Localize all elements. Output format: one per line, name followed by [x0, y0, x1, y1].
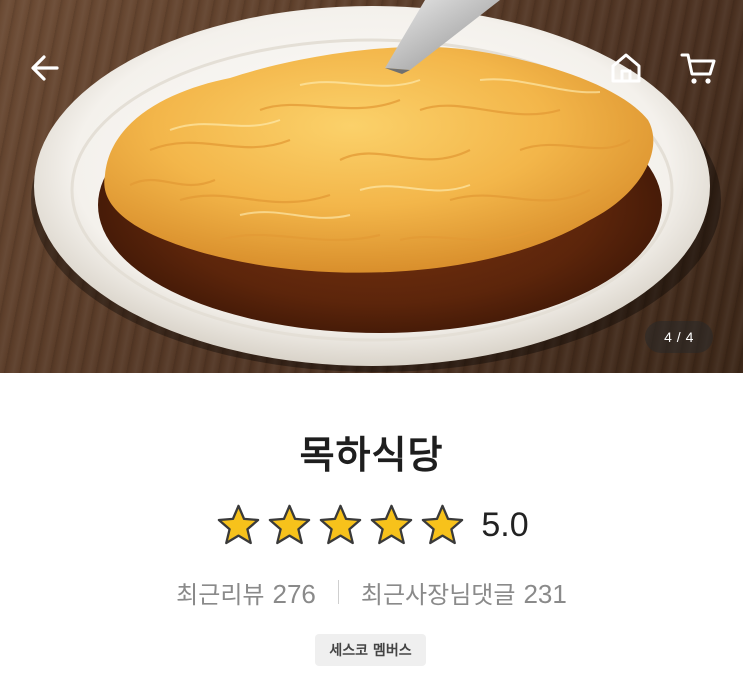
owner-replies-label: 최근사장님댓글 — [360, 580, 516, 609]
arrow-left-icon — [31, 55, 59, 81]
back-button[interactable] — [23, 46, 67, 90]
image-counter: 4 / 4 — [645, 321, 713, 353]
rating-row: 5.0 — [0, 500, 743, 550]
recent-reviews-link[interactable]: 최근리뷰 276 — [176, 575, 316, 610]
star-icon — [218, 504, 260, 545]
star-icon — [320, 504, 362, 545]
store-name: 목하식당 — [299, 433, 444, 477]
star-icon — [422, 504, 464, 545]
recent-reviews-count: 276 — [272, 578, 316, 609]
home-icon — [611, 53, 641, 83]
star-icon — [269, 504, 311, 545]
hero-image[interactable]: 4 / 4 — [0, 0, 743, 373]
rating-value: 5.0 — [481, 505, 529, 544]
cart-button[interactable] — [676, 46, 720, 90]
rating-stars — [214, 503, 467, 547]
recent-reviews-label: 최근리뷰 — [176, 580, 265, 609]
owner-replies-link[interactable]: 최근사장님댓글 231 — [361, 575, 567, 610]
owner-replies-count: 231 — [523, 578, 567, 609]
cesco-members-badge: 세스코 멤버스 — [315, 634, 426, 666]
divider — [337, 580, 339, 604]
cart-icon — [680, 53, 716, 84]
home-button[interactable] — [604, 46, 648, 90]
star-icon — [371, 504, 413, 545]
review-summary: 최근리뷰 276 최근사장님댓글 231 — [0, 574, 743, 610]
